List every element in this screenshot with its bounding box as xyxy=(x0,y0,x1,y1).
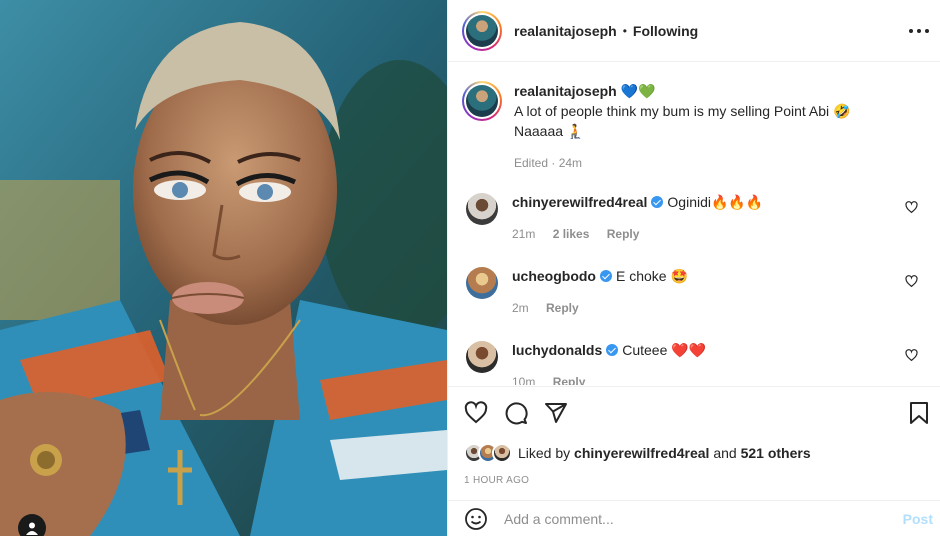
post-caption: realanitajoseph 💙💚 A lot of people think… xyxy=(462,81,902,173)
more-options-icon[interactable] xyxy=(909,22,929,40)
post-side-panel: realanitajoseph • Following realanitajos… xyxy=(447,0,940,536)
caption-author-emojis: 💙💚 xyxy=(620,83,656,99)
comment-reply-button[interactable]: Reply xyxy=(607,227,640,241)
comment-text: E choke 🤩 xyxy=(616,268,688,284)
comment-item: ucheogbodo E choke 🤩 2m Reply xyxy=(466,267,926,317)
liked-by-others-link[interactable]: 521 others xyxy=(741,445,811,461)
comment-username[interactable]: ucheogbodo xyxy=(512,268,596,284)
caption-meta: Edited · 24m xyxy=(514,156,583,170)
comment-like-heart-icon[interactable] xyxy=(905,349,918,362)
like-heart-icon[interactable] xyxy=(464,401,488,425)
comment-time: 10m xyxy=(512,375,536,385)
caption-author-avatar[interactable] xyxy=(462,81,502,121)
comment-reply-button[interactable]: Reply xyxy=(553,375,586,385)
liked-by-username[interactable]: chinyerewilfred4real xyxy=(574,445,709,461)
verified-badge-icon xyxy=(600,270,612,282)
comment-like-heart-icon[interactable] xyxy=(905,201,918,214)
post-actions: Liked by chinyerewilfred4real and 521 ot… xyxy=(448,386,940,500)
user-tag-icon[interactable] xyxy=(18,514,46,536)
comment-text: Oginidi🔥🔥🔥 xyxy=(667,194,764,210)
verified-badge-icon xyxy=(651,196,664,208)
likes-summary: Liked by chinyerewilfred4real and 521 ot… xyxy=(464,443,811,463)
liked-by-prefix: Liked by xyxy=(518,445,571,461)
comment-username[interactable]: chinyerewilfred4real xyxy=(512,194,647,210)
comment-time: 2m xyxy=(512,301,529,315)
post-header: realanitajoseph • Following xyxy=(448,0,940,62)
post-image[interactable] xyxy=(0,0,447,536)
share-icon[interactable] xyxy=(544,401,568,425)
commenter-avatar[interactable] xyxy=(466,267,498,299)
comment-item: chinyerewilfred4real Oginidi🔥🔥🔥 21m 2 lik… xyxy=(466,193,926,243)
post-timestamp[interactable]: 1 HOUR AGO xyxy=(464,475,529,486)
instagram-post-view: realanitajoseph • Following realanitajos… xyxy=(0,0,940,536)
liker-avatars[interactable] xyxy=(464,443,512,463)
post-comment-button[interactable]: Post xyxy=(903,511,933,527)
comment-time: 21m xyxy=(512,227,536,241)
comment-reply-button[interactable]: Reply xyxy=(546,301,579,315)
comments-section[interactable]: realanitajoseph 💙💚 A lot of people think… xyxy=(448,63,940,385)
verified-badge-icon xyxy=(606,344,619,356)
emoji-icon[interactable] xyxy=(464,507,488,531)
author-avatar[interactable] xyxy=(462,10,502,51)
author-username[interactable]: realanitajoseph xyxy=(514,23,617,39)
commenter-avatar[interactable] xyxy=(466,193,498,225)
caption-username[interactable]: realanitajoseph xyxy=(514,83,617,99)
commenter-avatar[interactable] xyxy=(466,341,498,373)
comment-like-heart-icon[interactable] xyxy=(905,275,918,288)
header-separator: • xyxy=(622,23,627,38)
comment-likes-count[interactable]: 2 likes xyxy=(553,227,590,241)
comment-item: luchydonalds Cuteee ❤️❤️ 10m Reply xyxy=(466,341,926,385)
comment-username[interactable]: luchydonalds xyxy=(512,342,602,358)
caption-text-line1: A lot of people think my bum is my selli… xyxy=(514,103,851,119)
add-comment-input[interactable] xyxy=(504,510,884,527)
liked-by-and: and xyxy=(713,445,737,461)
caption-text-line2: Naaaaa 🧎 xyxy=(514,123,585,139)
post-photo-illustration xyxy=(0,0,447,536)
comment-icon[interactable] xyxy=(504,401,528,425)
bookmark-icon[interactable] xyxy=(907,401,931,425)
comment-composer: Post xyxy=(448,500,940,536)
follow-status-button[interactable]: Following xyxy=(633,23,698,39)
comment-text: Cuteee ❤️❤️ xyxy=(622,342,707,358)
